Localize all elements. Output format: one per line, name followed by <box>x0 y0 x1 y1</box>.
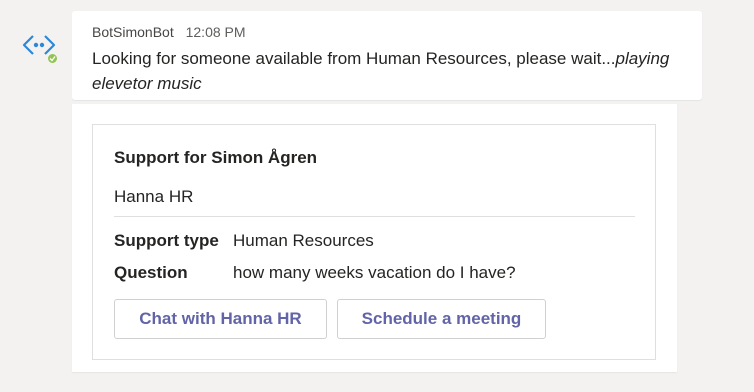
fact-value: how many weeks vacation do I have? <box>233 263 516 282</box>
card-divider <box>114 216 635 217</box>
fact-row-support-type: Support type Human Resources <box>114 231 374 251</box>
card-title: Support for Simon Ågren <box>114 148 318 167</box>
message-text-plain: Looking for someone available from Human… <box>92 49 616 68</box>
adaptive-card-container: Support for Simon Ågren Hanna HR Support… <box>72 104 677 372</box>
message-header: BotSimonBot 12:08 PM <box>92 23 684 41</box>
fact-value: Human Resources <box>233 231 374 250</box>
fact-key: Question <box>114 263 188 282</box>
presence-available-icon <box>46 52 59 65</box>
schedule-meeting-button[interactable]: Schedule a meeting <box>337 299 546 339</box>
message-timestamp: 12:08 PM <box>185 24 246 40</box>
chat-view: BotSimonBot 12:08 PM Looking for someone… <box>0 0 754 392</box>
fact-row-question: Question how many weeks vacation do I ha… <box>114 263 516 283</box>
sender-name[interactable]: BotSimonBot <box>92 24 174 40</box>
message-text: Looking for someone available from Human… <box>92 46 684 96</box>
adaptive-card: Support for Simon Ågren Hanna HR Support… <box>92 124 656 360</box>
chat-with-agent-button[interactable]: Chat with Hanna HR <box>114 299 327 339</box>
message-bubble: BotSimonBot 12:08 PM Looking for someone… <box>72 11 702 100</box>
agent-name: Hanna HR <box>114 187 194 206</box>
fact-key: Support type <box>114 231 219 250</box>
